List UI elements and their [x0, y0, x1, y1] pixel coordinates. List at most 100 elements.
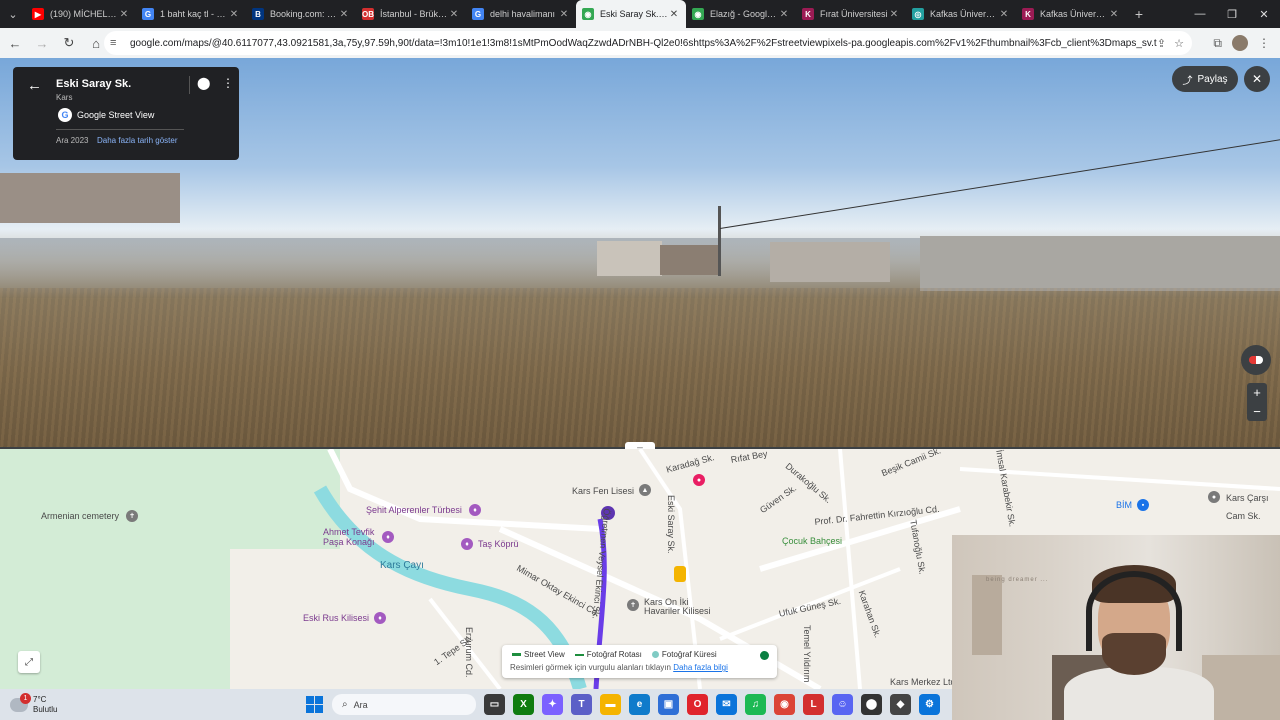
taskbar-search[interactable]: ⌕ Ara	[332, 694, 476, 715]
more-dates-link[interactable]: Daha fazla tarih göster	[97, 136, 178, 145]
expand-map-icon[interactable]: ⤢	[18, 651, 40, 673]
browser-tab[interactable]: OB İstanbul - Brüksel ✕	[356, 0, 466, 28]
map-pin-icon[interactable]: ⬤	[197, 76, 210, 90]
browser-tab[interactable]: Gdelhi havalimanı ✕	[466, 0, 576, 28]
poi-eski-rus-kilisesi[interactable]: Eski Rus Kilisesi	[303, 613, 369, 623]
edge-icon[interactable]: e	[629, 694, 650, 715]
poi-bim[interactable]: BİM	[1116, 500, 1132, 510]
browser-tab[interactable]: ▶ (190) MİCHELİN Y ✕	[26, 0, 136, 28]
task-view-icon[interactable]: ▭	[484, 694, 505, 715]
minimize-icon[interactable]: —	[1184, 0, 1216, 28]
close-tab-icon[interactable]: ✕	[338, 9, 350, 20]
tab-list: ▶ (190) MİCHELİN Y ✕ G 1 baht kaç tl - Go ✕ B B…	[26, 0, 1126, 28]
compass-icon[interactable]	[1241, 345, 1271, 375]
chrome-menu-icon[interactable]: ⋮	[1258, 36, 1270, 50]
webcam-overlay: being dreamer ...	[952, 535, 1280, 720]
back-icon[interactable]: ←	[3, 31, 27, 55]
copilot-icon[interactable]: ✦	[542, 694, 563, 715]
profile-avatar[interactable]	[1232, 35, 1248, 51]
close-tab-icon[interactable]: ✕	[668, 9, 680, 20]
zoom-in-icon[interactable]: +	[1253, 385, 1261, 400]
close-tab-icon[interactable]: ✕	[778, 9, 790, 20]
landmark-icon[interactable]: ♦	[382, 531, 394, 543]
discord-icon[interactable]: ☺	[832, 694, 853, 715]
forward-icon[interactable]: →	[30, 31, 54, 55]
maps-pin-icon[interactable]: ⬤	[861, 694, 882, 715]
poi-tas-kopru[interactable]: Taş Köprü	[478, 539, 519, 549]
close-street-view-button[interactable]: ✕	[1244, 66, 1270, 92]
pink-poi-icon[interactable]: ●	[693, 474, 705, 486]
shelf	[972, 575, 1002, 655]
poi-on-iki-2[interactable]: Havariler Kilisesi	[644, 606, 711, 616]
windows-start-icon[interactable]	[306, 696, 323, 713]
school-icon[interactable]: ▲	[639, 484, 651, 496]
cemetery-icon[interactable]: ✝	[126, 510, 138, 522]
building-right	[770, 242, 890, 282]
legend-toggle[interactable]	[760, 651, 769, 660]
tab-title: delhi havalimanı	[490, 9, 556, 19]
pegman-icon[interactable]	[674, 566, 686, 582]
game-icon[interactable]: ◆	[890, 694, 911, 715]
weather-widget[interactable]: 1 7°C Bulutlu	[10, 689, 57, 720]
settings-icon[interactable]: ⚙	[919, 694, 940, 715]
poi-armenian-cemetery[interactable]: Armenian cemetery	[41, 511, 119, 521]
browser-tab[interactable]: B Booking.com: Hot ✕	[246, 0, 356, 28]
tab-title: (190) MİCHELİN Y	[50, 9, 118, 19]
street-erzurum: Erzurum Cd.	[464, 627, 474, 678]
close-tab-icon[interactable]: ✕	[558, 9, 570, 20]
site-info-icon[interactable]: ≡	[110, 37, 126, 49]
close-tab-icon[interactable]: ✕	[448, 9, 460, 20]
close-tab-icon[interactable]: ✕	[888, 9, 900, 20]
browser-tab[interactable]: K Fırat Üniversitesi ✕	[796, 0, 906, 28]
landmark-icon[interactable]: ♦	[469, 504, 481, 516]
chrome-icon[interactable]: ◉	[774, 694, 795, 715]
teams-icon[interactable]: T	[571, 694, 592, 715]
file-explorer-icon[interactable]: ▬	[600, 694, 621, 715]
more-options-icon[interactable]: ⋮	[222, 76, 234, 90]
browser-tab[interactable]: ◎ Kafkas Üniversite ✕	[906, 0, 1016, 28]
share-button[interactable]: ⤴ Paylaş	[1172, 66, 1238, 92]
poi-sehit-alperenler[interactable]: Şehit Alperenler Türbesi	[366, 505, 462, 515]
close-tab-icon[interactable]: ✕	[118, 9, 130, 20]
browser-tab[interactable]: ◉ Eski Saray Sk. - G ✕	[576, 0, 686, 28]
church-icon[interactable]: ♦	[374, 612, 386, 624]
shopping-icon[interactable]: ▪	[1137, 499, 1149, 511]
close-tab-icon[interactable]: ✕	[998, 9, 1010, 20]
landmark-icon[interactable]: ♦	[461, 538, 473, 550]
store-icon[interactable]: ▣	[658, 694, 679, 715]
address-bar[interactable]: ≡ google.com/maps/@40.6117077,43.0921581…	[104, 31, 1192, 55]
poi-cocuk-bahcesi[interactable]: Çocuk Bahçesi	[782, 536, 842, 546]
church-icon[interactable]: ✝	[627, 599, 639, 611]
poi-ahmet-tevfik-2[interactable]: Paşa Konağı	[323, 537, 375, 547]
opera-icon[interactable]: O	[687, 694, 708, 715]
close-tab-icon[interactable]: ✕	[1108, 9, 1120, 20]
poi-kars-fen-lisesi[interactable]: Kars Fen Lisesi	[572, 486, 634, 496]
legend-street-view: Street View	[512, 650, 565, 659]
taskbar-apps: ▭ X ✦ T ▬ e ▣ O ✉ ♫ ◉ L ☺ ⬤ ◆ ⚙	[484, 694, 940, 715]
close-window-icon[interactable]: ✕	[1248, 0, 1280, 28]
spotify-icon[interactable]: ♫	[745, 694, 766, 715]
bookmark-star-icon[interactable]: ☆	[1174, 37, 1184, 50]
mail-icon[interactable]: ✉	[716, 694, 737, 715]
poi-ahmet-tevfik-1[interactable]: Ahmet Tevfik	[323, 527, 374, 537]
back-arrow-icon[interactable]: ←	[27, 77, 42, 94]
tab-search-icon[interactable]: ⌄	[0, 0, 26, 28]
install-app-icon[interactable]: ⇪	[1157, 37, 1166, 50]
favicon-icon: ◎	[912, 8, 924, 20]
close-tab-icon[interactable]: ✕	[228, 9, 240, 20]
tab-title: Eski Saray Sk. - G	[600, 9, 668, 19]
restore-icon[interactable]: ❐	[1216, 0, 1248, 28]
extensions-icon[interactable]: ⧉	[1213, 36, 1222, 51]
xbox-icon[interactable]: X	[513, 694, 534, 715]
new-tab-button[interactable]: +	[1126, 0, 1152, 28]
zoom-out-icon[interactable]: −	[1253, 404, 1261, 419]
app-l-icon[interactable]: L	[803, 694, 824, 715]
poi-kars-carsi[interactable]: Kars Çarşı	[1226, 493, 1269, 503]
reload-icon[interactable]: ↻	[57, 31, 81, 55]
poi-icon[interactable]: ●	[1208, 491, 1220, 503]
notification-badge: 1	[20, 692, 31, 704]
more-info-link[interactable]: Daha fazla bilgi	[673, 663, 728, 672]
browser-tab[interactable]: ◉ Elazığ - Google H ✕	[686, 0, 796, 28]
browser-tab[interactable]: K Kafkas Üniversite ✕	[1016, 0, 1126, 28]
browser-tab[interactable]: G 1 baht kaç tl - Go ✕	[136, 0, 246, 28]
